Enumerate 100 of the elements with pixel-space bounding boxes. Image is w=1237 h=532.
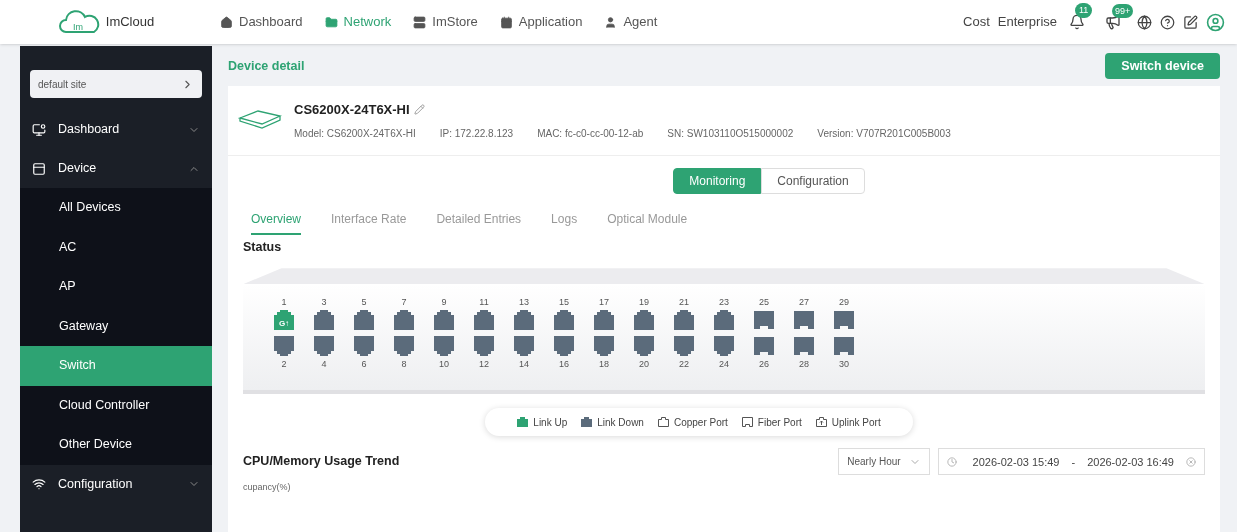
port-icon[interactable] [553,336,575,357]
port-icon[interactable] [513,310,535,331]
end-date: 2026-02-03 16:49 [1087,454,1174,470]
port-icon[interactable] [593,310,615,331]
fiber-port-icon [741,417,753,428]
site-selector[interactable]: default site [30,70,202,98]
port-number: 8 [401,358,407,371]
start-date: 2026-02-03 15:49 [972,454,1060,470]
port-number: 24 [719,358,729,371]
port-number: 2 [281,358,287,371]
port-icon[interactable] [433,310,455,331]
port-icon[interactable] [793,336,815,357]
port-icon[interactable] [713,310,735,331]
bell-icon[interactable] [1069,14,1085,30]
port-icon[interactable] [593,336,615,357]
port-icon[interactable] [393,310,415,331]
port-number: 12 [479,358,489,371]
port-icon[interactable] [353,336,375,357]
port-number: 29 [839,296,849,309]
device-detail: SN: SW103110O515000002 [667,126,794,141]
header-link[interactable]: Enterprise [997,12,1057,32]
nav-icon [413,15,427,29]
range-separator: - [1071,454,1076,470]
port-icon[interactable] [473,336,495,357]
port-number: 25 [759,296,769,309]
port-number: 9 [441,296,447,309]
port-icon[interactable] [513,336,535,357]
page-title: Device detail [228,57,305,75]
port-icon[interactable] [713,336,735,357]
date-range-field[interactable]: 2026-02-03 15:49 - 2026-02-03 16:49 [937,448,1205,476]
legend-label: Uplink Port [831,415,881,430]
port-icon[interactable] [473,310,495,331]
port-number: 17 [599,296,609,309]
range-select[interactable]: Nearly Hour [838,448,930,476]
nav-icon [324,15,338,29]
port-icon[interactable] [753,336,775,357]
edit-icon[interactable] [1183,14,1198,30]
port-icon[interactable] [273,336,295,357]
port-icon[interactable] [633,336,655,357]
device-detail: MAC: fc-c0-cc-00-12-ab [537,126,644,141]
cloud-logo-icon: Im [57,10,102,34]
port-icon[interactable] [753,310,775,331]
port-icon [581,417,593,428]
globe-icon[interactable] [1137,14,1152,30]
menu-group[interactable]: Device [20,149,212,188]
port-icon[interactable] [833,336,855,357]
port-number: 27 [799,296,809,309]
device-detail: Version: V707R201C005B003 [817,126,951,141]
port-icon[interactable] [313,336,335,357]
port-number: 14 [519,358,529,371]
menu-group[interactable]: Configuration [20,464,212,504]
port-number: 10 [439,358,449,371]
clear-icon [1186,456,1196,467]
port-number: 19 [639,296,649,309]
port-number: 16 [559,358,569,371]
nav-link[interactable]: Dashboard [220,12,303,32]
port-icon[interactable] [633,310,655,331]
help-icon[interactable] [1160,14,1175,30]
mode-tab[interactable]: Configuration [761,167,865,194]
menu-item[interactable]: AP [20,267,212,307]
nav-link[interactable]: Agent [604,12,658,32]
port-icon[interactable] [553,310,575,331]
device-name: CS6200X-24T6X-HI [294,101,410,119]
menu-item[interactable]: Gateway [20,306,212,346]
port-number: 6 [361,358,367,371]
nav-icon [220,15,233,29]
announcement-count: 99+ [1112,4,1134,18]
switch-device-icon [238,108,282,130]
menu-group[interactable]: Dashboard [20,110,212,149]
port-icon[interactable] [833,310,855,331]
notification-count: 11 [1075,3,1093,18]
menu-item[interactable]: Other Device [20,425,212,465]
port-icon[interactable] [433,336,455,357]
header-link[interactable]: Cost [963,12,990,32]
legend-label: Fiber Port [757,415,802,430]
megaphone-icon[interactable] [1105,14,1121,30]
menu-label: Dashboard [58,121,120,139]
menu-icon [32,122,46,137]
section-title: Status [243,238,283,256]
section-title: CPU/Memory Usage Trend [243,453,400,471]
port-icon[interactable] [673,310,695,331]
port-number: 4 [321,358,327,371]
port-icon[interactable] [793,310,815,331]
port-icon [517,417,529,428]
legend-label: Link Down [597,415,644,430]
brand-name: ImCloud [105,13,155,32]
menu-item[interactable]: All Devices [20,188,212,228]
port-icon[interactable] [313,310,335,331]
menu-icon [32,161,46,176]
avatar-icon[interactable] [1206,12,1225,32]
nav-link[interactable]: Application [499,12,583,32]
port-icon[interactable] [353,310,375,331]
nav-icon [604,15,618,29]
port-number: 21 [679,296,689,309]
menu-item[interactable]: AC [20,227,212,267]
port-icon[interactable] [673,336,695,357]
port-icon[interactable] [393,336,415,357]
menu-item[interactable]: Cloud Controller [20,385,212,425]
nav-link[interactable]: ImStore [413,12,478,32]
legend-label: Copper Port [673,415,728,430]
